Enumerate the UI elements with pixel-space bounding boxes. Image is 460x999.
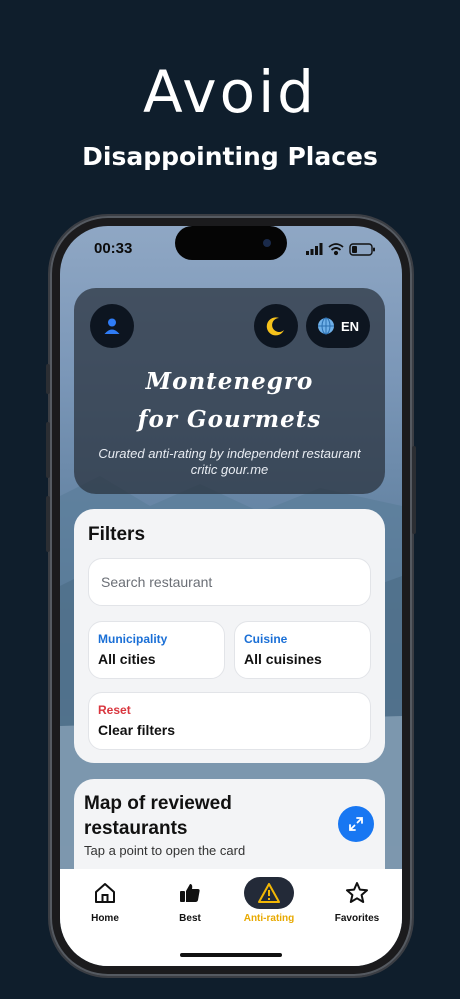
active-tab-indicator (244, 877, 294, 909)
map-title: Map of reviewed restaurants (84, 793, 232, 839)
expand-map-button[interactable] (338, 806, 374, 842)
thumbs-up-icon (180, 884, 200, 902)
signal-icon (306, 243, 323, 255)
municipality-value: All cities (98, 651, 156, 667)
user-icon (104, 318, 120, 334)
status-time: 00:33 (94, 240, 133, 257)
home-icon (95, 883, 115, 903)
reset-label: Reset (98, 703, 131, 717)
tab-favorites[interactable]: Favorites (319, 879, 395, 924)
battery-icon (349, 243, 375, 256)
tab-anti-rating-label: Anti-rating (243, 913, 295, 924)
phone-screen: 00:33 EN Montenegro for Gourmets Curated… (60, 226, 402, 966)
app-title-line2: for Gourmets (137, 406, 322, 433)
tagline: Curated anti-rating by independent resta… (98, 446, 361, 477)
cuisine-label: Cuisine (244, 632, 288, 646)
globe-icon (317, 317, 334, 335)
star-icon (346, 882, 368, 903)
promo-headline: Avoid (142, 58, 318, 126)
cuisine-select[interactable]: Cuisine All cuisines (234, 621, 371, 679)
moon-icon (266, 317, 284, 336)
dark-mode-button[interactable] (254, 304, 298, 348)
tab-best-label: Best (179, 913, 201, 924)
promo-subline: Disappointing Places (82, 142, 378, 171)
cuisine-value: All cuisines (244, 651, 322, 667)
reset-value: Clear filters (98, 722, 176, 738)
search-field (88, 558, 371, 606)
municipality-label: Municipality (98, 632, 168, 646)
wifi-icon (328, 243, 344, 256)
tab-home[interactable]: Home (67, 879, 143, 924)
search-input[interactable] (89, 559, 370, 605)
filters-title: Filters (88, 524, 146, 545)
app-title-line1: Montenegro (145, 368, 314, 395)
municipality-select[interactable]: Municipality All cities (88, 621, 225, 679)
volume-up-button (46, 422, 50, 478)
header-card: EN Montenegro for Gourmets Curated anti-… (74, 288, 385, 494)
tab-anti-rating[interactable]: Anti-rating (231, 877, 307, 924)
map-subtitle: Tap a point to open the card (84, 843, 246, 858)
expand-icon (349, 817, 363, 831)
home-indicator (180, 953, 282, 957)
language-label: EN (340, 318, 360, 334)
warning-icon (258, 883, 280, 903)
phone-frame: 00:33 EN Montenegro for Gourmets Curated… (46, 216, 416, 976)
filters-card: Filters Municipality All cities Cuisine … (74, 509, 385, 763)
tab-home-label: Home (91, 913, 119, 924)
tab-favorites-label: Favorites (334, 913, 380, 924)
power-button (412, 446, 416, 534)
status-icons (306, 243, 375, 256)
language-button[interactable]: EN (306, 304, 370, 348)
tab-best[interactable]: Best (152, 879, 228, 924)
profile-button[interactable] (90, 304, 134, 348)
bottom-tab-bar: Home Best Anti-rating Favorites (60, 869, 402, 966)
mute-switch (46, 364, 50, 394)
volume-down-button (46, 496, 50, 552)
reset-filters-button[interactable]: Reset Clear filters (88, 692, 371, 750)
dynamic-island (175, 226, 287, 260)
